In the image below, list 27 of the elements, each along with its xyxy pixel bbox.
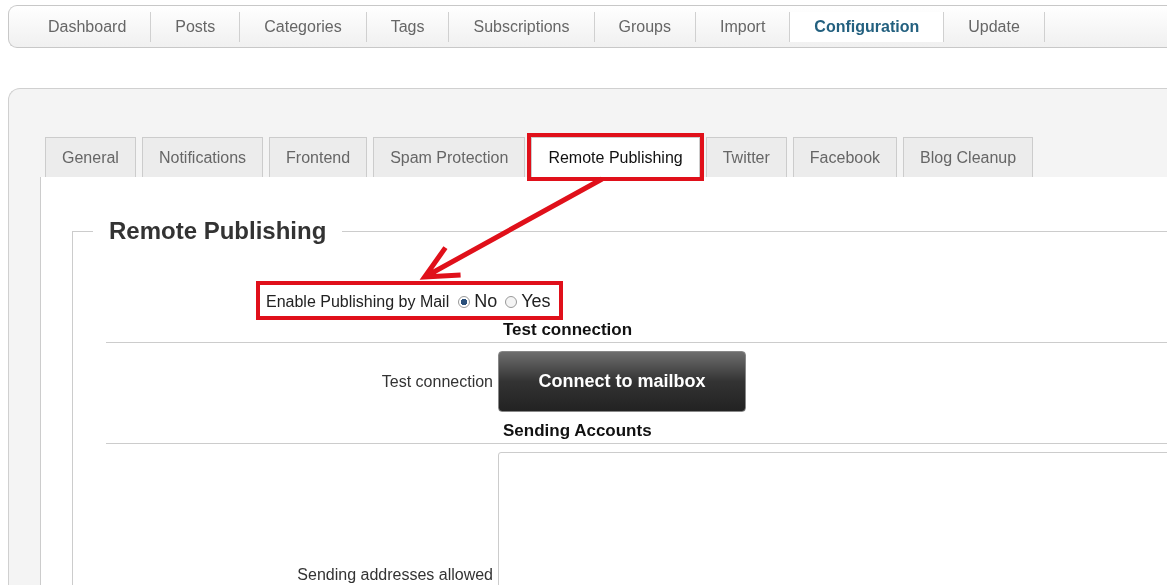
radio-label: No xyxy=(474,291,498,312)
tab[interactable]: Facebook xyxy=(792,137,898,177)
field-label: Sending addresses allowed xyxy=(296,566,494,585)
nav-link[interactable]: Configuration xyxy=(790,11,945,42)
nav-link[interactable]: Groups xyxy=(594,11,696,42)
tab[interactable]: Blog Cleanup xyxy=(903,137,1034,177)
section-heading: Test connection xyxy=(503,320,634,340)
nav-link[interactable]: Posts xyxy=(151,11,241,42)
field-label: Enable Publishing by Mail xyxy=(266,292,450,311)
nav-link[interactable]: Dashboard xyxy=(24,11,152,42)
field-label: Test connection xyxy=(380,372,494,391)
radio-label: Yes xyxy=(521,291,551,312)
radio-button[interactable] xyxy=(458,295,471,308)
connect-button[interactable]: Connect to mailbox xyxy=(498,351,746,412)
tab[interactable]: Spam Protection xyxy=(373,137,526,177)
tab[interactable]: Frontend xyxy=(269,137,368,177)
tab[interactable]: General xyxy=(45,137,136,177)
nav-link[interactable]: Tags xyxy=(366,11,450,42)
tab[interactable]: Twitter xyxy=(705,137,787,177)
nav-link[interactable]: Categories xyxy=(240,11,367,42)
tab[interactable]: Notifications xyxy=(141,137,264,177)
section-heading: Sending Accounts xyxy=(503,421,653,441)
addresses-field[interactable] xyxy=(498,452,1167,585)
radio-button[interactable] xyxy=(505,295,518,308)
fieldset-legend: Remote Publishing xyxy=(93,217,343,245)
nav-link[interactable]: Subscriptions xyxy=(449,11,595,42)
nav-link[interactable]: Update xyxy=(944,11,1045,42)
